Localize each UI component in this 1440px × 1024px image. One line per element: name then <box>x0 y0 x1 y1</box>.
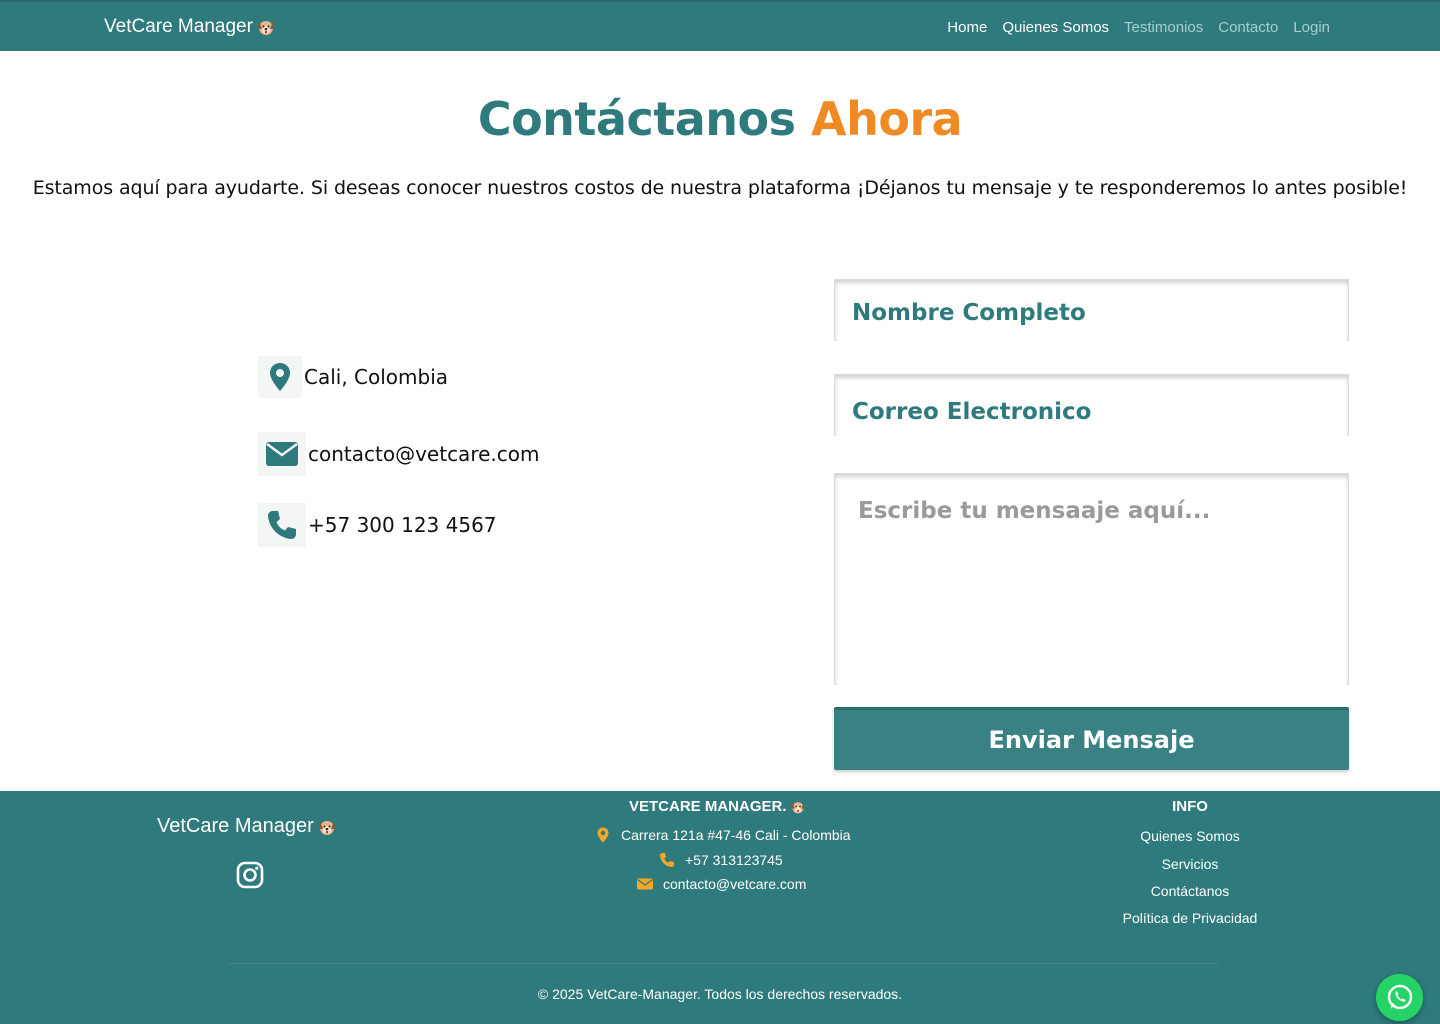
dog-icon <box>318 820 335 835</box>
nav-home[interactable]: Home <box>947 19 987 36</box>
footer-link-quienes-somos[interactable]: Quienes Somos <box>1070 828 1310 844</box>
footer-copyright: © 2025 VetCare-Manager. Todos los derech… <box>537 986 903 1002</box>
location-pin-icon <box>597 827 609 843</box>
footer-email: contacto@vetcare.com <box>637 876 806 892</box>
brand-logo-link[interactable]: VetCare Manager <box>104 16 276 38</box>
nav-login[interactable]: Login <box>1293 19 1330 36</box>
brand-name: VetCare Manager <box>104 16 253 37</box>
contact-location-text: Cali, Colombia <box>304 365 449 389</box>
footer-center-title: VETCARE MANAGER. <box>629 798 806 815</box>
footer-phone-text[interactable]: +57 313123745 <box>685 852 783 868</box>
footer-address-text: Carrera 121a #47-46 Cali - Colombia <box>621 827 851 843</box>
nav-testimonios[interactable]: Testimonios <box>1124 19 1203 36</box>
phone-icon <box>660 853 674 867</box>
contact-email-text[interactable]: contacto@vetcare.com <box>308 442 539 466</box>
instagram-icon[interactable] <box>236 861 264 889</box>
message-textarea[interactable] <box>835 474 1348 685</box>
location-pin-icon <box>258 356 302 398</box>
name-field-label: Nombre Completo <box>852 300 1086 326</box>
contact-email: contacto@vetcare.com <box>258 432 539 476</box>
footer-brand-name: VetCare Manager <box>157 815 314 837</box>
envelope-icon <box>258 432 306 476</box>
footer-link-privacidad[interactable]: Política de Privacidad <box>1070 910 1310 926</box>
send-message-button[interactable]: Enviar Mensaje <box>834 707 1349 770</box>
footer-phone: +57 313123745 <box>659 852 783 868</box>
footer-link-servicios[interactable]: Servicios <box>1070 856 1310 872</box>
page-title-part2: Ahora <box>811 92 963 146</box>
nav-quienes-somos[interactable]: Quienes Somos <box>1002 19 1109 36</box>
footer-address: Carrera 121a #47-46 Cali - Colombia <box>595 827 851 843</box>
contact-location: Cali, Colombia <box>258 356 448 398</box>
footer-link-contactanos[interactable]: Contáctanos <box>1070 883 1310 899</box>
footer-center-title-text: VETCARE MANAGER. <box>629 798 787 815</box>
message-field-wrapper <box>834 473 1349 685</box>
footer-divider <box>227 963 1217 964</box>
nav-contacto[interactable]: Contacto <box>1218 19 1278 36</box>
footer-brand[interactable]: VetCare Manager <box>157 815 337 838</box>
whatsapp-button[interactable] <box>1376 974 1423 1021</box>
footer-info-title: INFO <box>1172 798 1208 815</box>
envelope-icon <box>637 878 653 890</box>
navbar: VetCare Manager Home Quienes Somos Testi… <box>0 0 1440 51</box>
page-title-part1: Contáctanos <box>477 92 796 146</box>
phone-icon <box>258 503 306 547</box>
email-field-label: Correo Electronico <box>852 399 1092 425</box>
page-title: Contáctanos Ahora <box>0 92 1440 146</box>
email-field[interactable]: Correo Electronico <box>834 374 1349 436</box>
page-subtitle: Estamos aquí para ayudarte. Si deseas co… <box>32 177 1408 199</box>
dog-icon <box>257 21 274 35</box>
nav-links: Home Quienes Somos Testimonios Contacto … <box>947 19 1330 36</box>
whatsapp-icon <box>1387 984 1412 1009</box>
name-field[interactable]: Nombre Completo <box>834 279 1349 341</box>
dog-icon <box>791 801 804 813</box>
footer-email-text[interactable]: contacto@vetcare.com <box>663 876 806 892</box>
contact-phone: +57 300 123 4567 <box>258 503 497 547</box>
footer: VetCare Manager VETCARE MANAGER. Carrera… <box>0 791 1440 1024</box>
contact-phone-text[interactable]: +57 300 123 4567 <box>308 513 497 537</box>
